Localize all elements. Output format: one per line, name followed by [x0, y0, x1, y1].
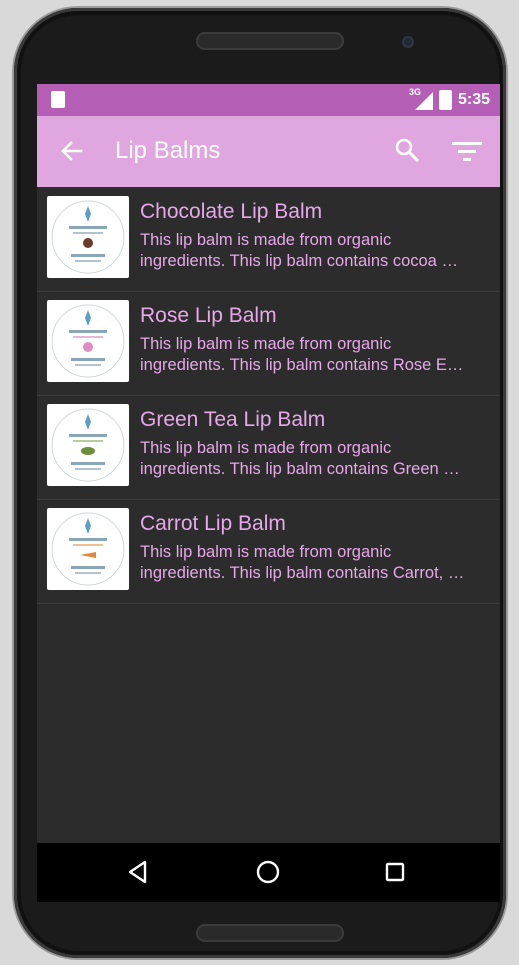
description-line: ingredients. This lip balm contains Carr… — [140, 564, 465, 582]
product-name: Rose Lip Balm — [140, 304, 277, 327]
product-name: Carrot Lip Balm — [140, 512, 286, 535]
navigation-bar — [37, 843, 500, 902]
description-line: This lip balm is made from organic — [140, 439, 392, 457]
list-item[interactable]: Chocolate Lip Balm This lip balm is made… — [37, 187, 500, 292]
list-item[interactable]: Carrot Lip Balm This lip balm is made fr… — [37, 499, 500, 604]
product-image — [47, 300, 129, 382]
bottom-speaker — [196, 924, 344, 942]
description-line: ingredients. This lip balm contains Rose… — [140, 356, 464, 374]
description-line: This lip balm is made from organic — [140, 231, 392, 249]
description-line: This lip balm is made from organic — [140, 335, 392, 353]
status-time: 5:35 — [457, 91, 490, 108]
list-item[interactable]: Rose Lip Balm This lip balm is made from… — [37, 291, 500, 396]
product-image — [47, 196, 129, 278]
product-description: This lip balm is made from organic ingre… — [140, 438, 490, 480]
nav-recents-icon[interactable] — [385, 862, 405, 882]
status-icons: 3G 5:35 — [408, 87, 490, 110]
product-image — [47, 404, 129, 486]
product-description: This lip balm is made from organic ingre… — [140, 230, 490, 272]
nav-back-icon[interactable] — [125, 859, 151, 885]
product-name: Chocolate Lip Balm — [140, 200, 323, 223]
search-icon[interactable] — [393, 136, 421, 164]
page-title: Lip Balms — [115, 137, 221, 164]
front-camera — [402, 36, 414, 48]
signal-icon: 3G — [408, 87, 433, 110]
nav-home-icon[interactable] — [256, 860, 280, 884]
sd-card-icon — [51, 91, 65, 108]
description-line: This lip balm is made from organic — [140, 543, 392, 561]
description-line: ingredients. This lip balm contains coco… — [140, 252, 458, 270]
list-item[interactable]: Green Tea Lip Balm This lip balm is made… — [37, 395, 500, 500]
battery-icon — [438, 90, 452, 110]
product-description: This lip balm is made from organic ingre… — [140, 542, 490, 584]
top-speaker — [196, 32, 344, 50]
app-toolbar: Lip Balms — [37, 116, 500, 187]
screen: 3G 5:35 Lip Balms Chocolate Lip Balm Thi… — [37, 84, 500, 902]
description-line: ingredients. This lip balm contains Gree… — [140, 460, 460, 478]
network-type: 3G — [408, 87, 421, 97]
arrow-back-icon[interactable] — [59, 138, 85, 164]
product-description: This lip balm is made from organic ingre… — [140, 334, 490, 376]
product-image — [47, 508, 129, 590]
status-bar: 3G 5:35 — [37, 84, 500, 116]
filter-icon[interactable] — [451, 138, 483, 164]
product-name: Green Tea Lip Balm — [140, 408, 326, 431]
